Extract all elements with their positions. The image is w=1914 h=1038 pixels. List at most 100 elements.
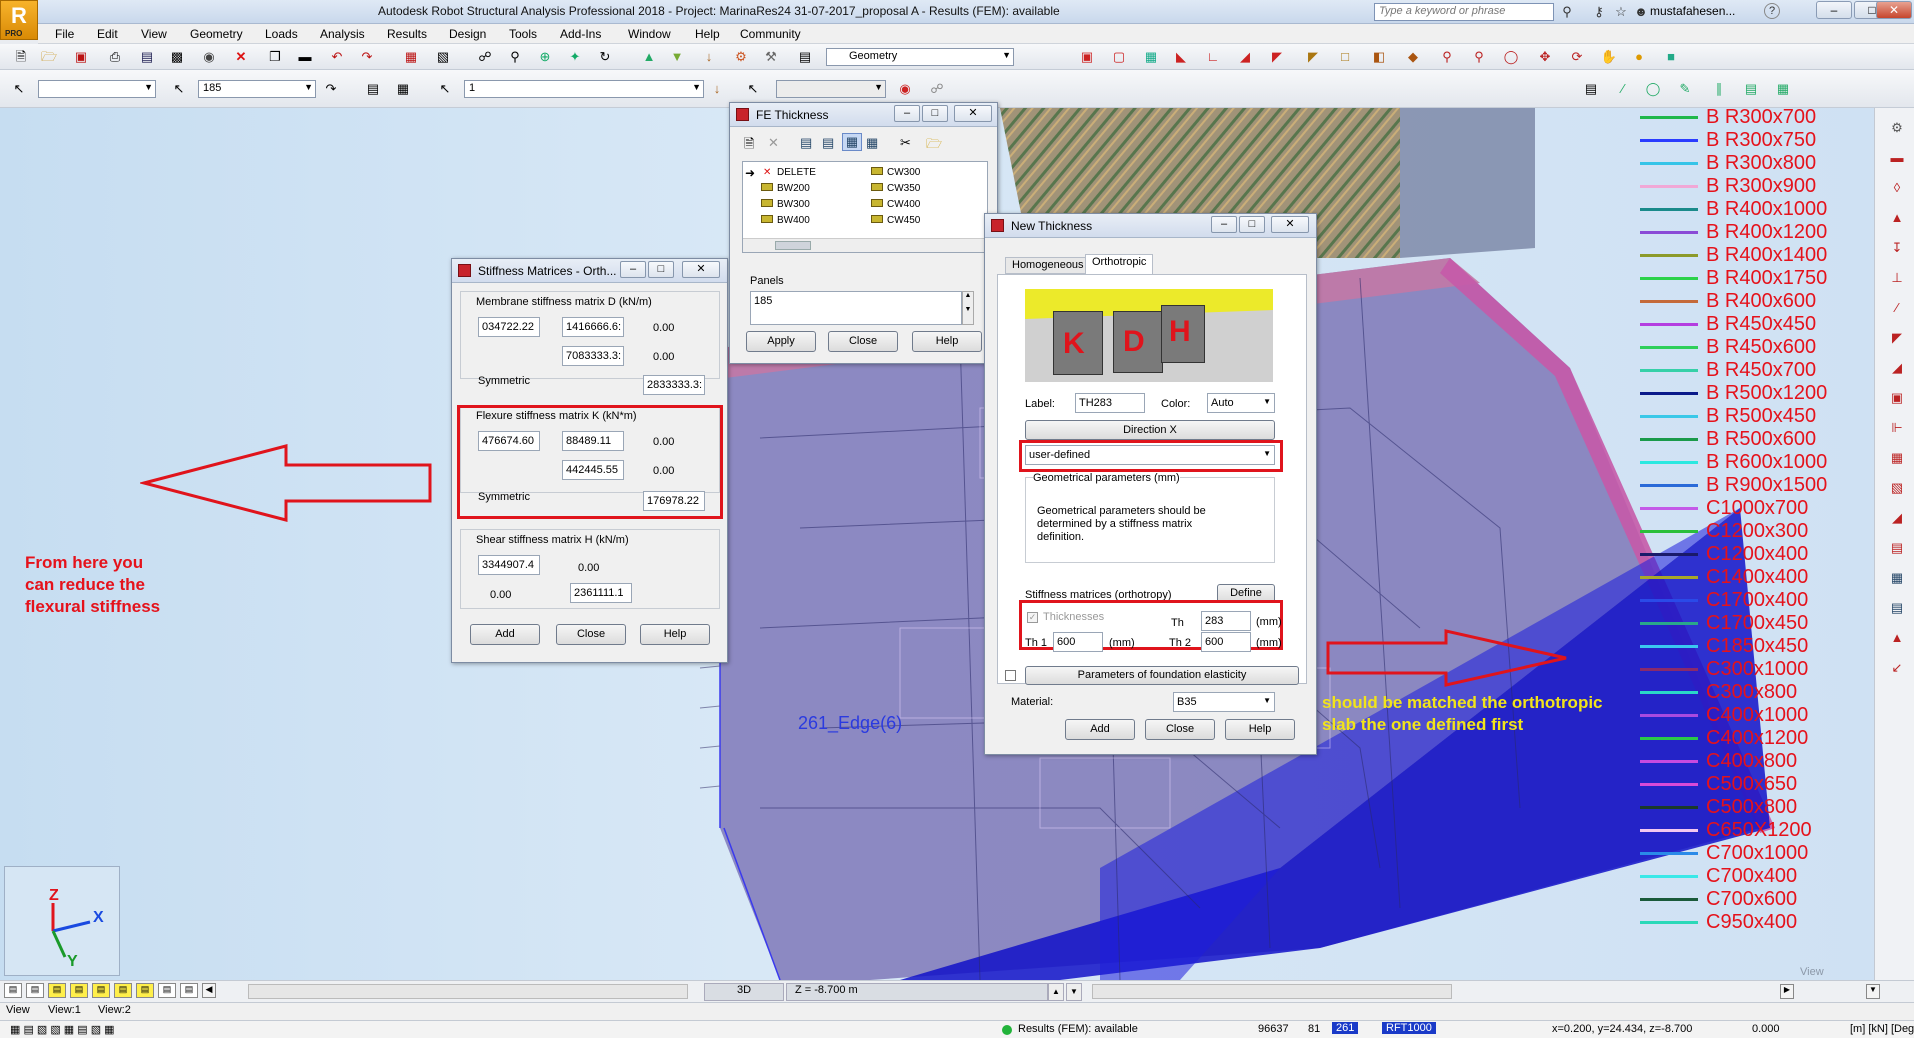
foundation-checkbox[interactable] <box>1005 670 1016 681</box>
scroll-right-icon[interactable]: ▶ <box>1780 984 1794 999</box>
menu-file[interactable]: File <box>55 27 74 41</box>
maximize-button[interactable]: □ <box>922 105 948 122</box>
details-view-icon[interactable]: ▦ <box>866 135 878 151</box>
frame-icon[interactable]: ▢ <box>1110 48 1128 66</box>
close-button[interactable]: Close <box>828 331 898 352</box>
status-section-badge[interactable]: RFT1000 <box>1382 1022 1436 1034</box>
delete-icon[interactable]: ✕ <box>232 48 250 66</box>
thicknesses-checkbox[interactable]: ✓ <box>1027 612 1038 623</box>
list-icon[interactable]: ▤ <box>1582 80 1600 98</box>
view-tool-icon[interactable]: ▤ <box>136 983 154 998</box>
line-icon[interactable]: ∕ <box>1614 80 1632 98</box>
view-tool-icon[interactable]: ▤ <box>70 983 88 998</box>
folder-icon[interactable]: 🗁 <box>926 135 942 157</box>
case-icon[interactable]: ▤ <box>364 80 382 98</box>
list-item[interactable]: BW200 <box>777 183 810 194</box>
selection-icon[interactable]: ↖ <box>170 80 188 98</box>
node-tool-icon[interactable]: ◊ <box>1887 180 1907 198</box>
zoom-extents-icon[interactable]: ⊕ <box>536 48 554 66</box>
view-tool-icon[interactable]: ▤ <box>48 983 66 998</box>
rotate-icon[interactable]: ↻ <box>596 48 614 66</box>
membrane-d12[interactable]: 1416666.6: <box>562 317 624 337</box>
thickness-tool-icon[interactable]: ▧ <box>1887 480 1907 498</box>
mode-icon[interactable]: ↖ <box>744 80 762 98</box>
shear-h22[interactable]: 2361111.1 <box>570 583 632 603</box>
mesh-icon[interactable]: □ <box>1336 48 1354 66</box>
shear-h11[interactable]: 3344907.4 <box>478 555 540 575</box>
render-icon[interactable]: ■ <box>1662 48 1680 66</box>
tab-view-2[interactable]: View:2 <box>98 1004 131 1016</box>
zoom-all-icon[interactable]: ◯ <box>1502 48 1520 66</box>
structure-type-combo[interactable]: ▼ <box>38 80 156 98</box>
copy-icon[interactable]: ❐ <box>266 48 284 66</box>
slope-tool-icon[interactable]: ∕ <box>1887 300 1907 318</box>
minimize-button[interactable]: – <box>1816 1 1852 19</box>
view-tool-icon[interactable]: ▤ <box>26 983 44 998</box>
table-icon[interactable]: ▦ <box>402 48 420 66</box>
binoculars-icon[interactable]: ⚲ <box>1558 3 1576 21</box>
minimize-button[interactable]: – <box>894 105 920 122</box>
help-button[interactable]: Help <box>912 331 982 352</box>
circle-icon[interactable]: ◯ <box>1644 80 1662 98</box>
section-tool-icon[interactable]: ⊩ <box>1887 420 1907 438</box>
grid-icon[interactable]: ▦ <box>1142 48 1160 66</box>
zoom-window-icon[interactable]: ⚲ <box>1470 48 1488 66</box>
minimize-button[interactable]: – <box>1211 216 1237 233</box>
preview-icon[interactable]: ▩ <box>168 48 186 66</box>
menu-add-ins[interactable]: Add-Ins <box>560 27 601 41</box>
help-button[interactable]: Help <box>640 624 710 645</box>
tab-view[interactable]: View <box>6 1004 30 1016</box>
snap-icon[interactable]: ▤ <box>1742 80 1760 98</box>
menu-edit[interactable]: Edit <box>97 27 118 41</box>
selection-combo[interactable]: 185 ▼ <box>198 80 316 98</box>
close-button[interactable]: ✕ <box>1876 1 1912 19</box>
menu-tools[interactable]: Tools <box>509 27 537 41</box>
lock-icon[interactable]: ☍ <box>476 48 494 66</box>
hand-icon[interactable]: ✋ <box>1600 48 1618 66</box>
load-tool-icon[interactable]: ↧ <box>1887 240 1907 258</box>
book-icon[interactable]: ▤ <box>138 48 156 66</box>
add-button[interactable]: Add <box>1065 719 1135 740</box>
release-tool-icon[interactable]: ◢ <box>1887 510 1907 528</box>
opening-icon[interactable]: ◧ <box>1370 48 1388 66</box>
loads-icon[interactable]: ↓ <box>700 48 718 66</box>
table-tool-icon[interactable]: ▦ <box>1887 570 1907 588</box>
report-icon[interactable]: ▧ <box>434 48 452 66</box>
beam-icon[interactable]: ▣ <box>1078 48 1096 66</box>
th1-input[interactable]: 600 <box>1053 632 1103 652</box>
filter-icon[interactable]: ↷ <box>322 80 340 98</box>
z-level-field[interactable]: Z = -8.700 m <box>786 983 1048 1001</box>
list-item[interactable]: CW350 <box>887 183 920 194</box>
direction-x-button[interactable]: Direction X <box>1025 420 1275 440</box>
horizontal-scrollbar-left[interactable] <box>248 984 688 999</box>
dimension-icon[interactable]: ▦ <box>1774 80 1792 98</box>
list-item[interactable]: CW300 <box>887 167 920 178</box>
settings-icon[interactable]: ⚙ <box>1887 120 1907 138</box>
scissors-icon[interactable]: ✂ <box>900 135 911 151</box>
tab-orthotropic[interactable]: Orthotropic <box>1085 254 1154 275</box>
fe-dialog-titlebar[interactable]: FE Thickness – □ ✕ <box>730 103 997 127</box>
foundation-elasticity-button[interactable]: Parameters of foundation elasticity <box>1025 666 1299 685</box>
support-tool-icon[interactable]: ▲ <box>1887 210 1907 228</box>
user-icon[interactable]: ☻ <box>1632 3 1650 21</box>
fixed-tool-icon[interactable]: ⊥ <box>1887 270 1907 288</box>
list-item[interactable]: CW450 <box>887 215 920 226</box>
app-logo[interactable]: R PRO <box>0 0 38 40</box>
menu-help[interactable]: Help <box>695 27 720 41</box>
tab-view-1[interactable]: View:1 <box>48 1004 81 1016</box>
maximize-button[interactable]: □ <box>648 261 674 278</box>
node-icon[interactable]: ✦ <box>566 48 584 66</box>
close-icon[interactable]: ✕ <box>682 261 720 278</box>
list-item[interactable]: CW400 <box>887 199 920 210</box>
delete-icon[interactable]: ✕ <box>768 135 779 151</box>
list-item[interactable]: DELETE <box>777 167 816 178</box>
view-tool-icon[interactable]: ▤ <box>4 983 22 998</box>
section-icon[interactable]: ▼ <box>668 48 686 66</box>
grid-tool-icon[interactable]: ▤ <box>1887 600 1907 618</box>
menu-window[interactable]: Window <box>628 27 671 41</box>
close-icon[interactable]: ✕ <box>954 105 992 122</box>
scroll-thumb[interactable] <box>775 241 811 250</box>
menu-community[interactable]: Community <box>740 27 801 41</box>
load-type-icon[interactable]: ↓ <box>708 80 726 98</box>
close-button[interactable]: Close <box>1145 719 1215 740</box>
